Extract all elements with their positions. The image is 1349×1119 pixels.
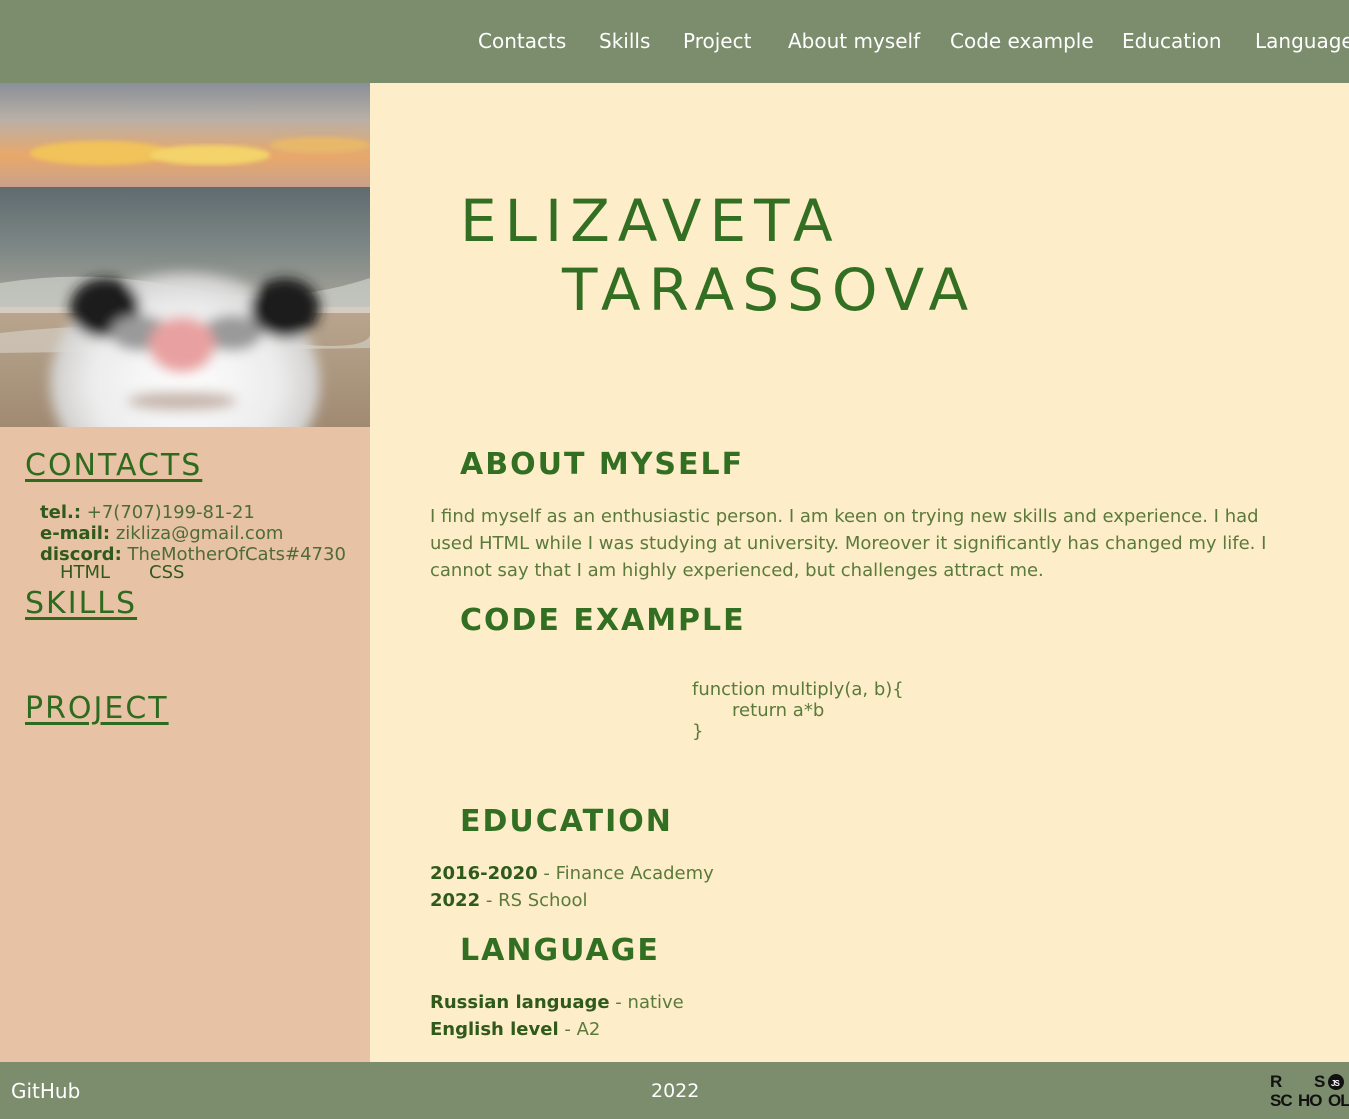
contacts-heading[interactable]: CONTACTS: [25, 449, 202, 483]
svg-text:S: S: [1314, 1072, 1325, 1091]
github-link[interactable]: GitHub: [11, 1079, 80, 1103]
separator: -: [480, 890, 499, 911]
header: Contacts Skills Project About myself Cod…: [0, 0, 1349, 83]
language-heading: LANGUAGE: [460, 933, 660, 968]
name-first: ELIZAVETA: [460, 187, 841, 255]
skill-item: HTML: [60, 562, 111, 583]
footer: GitHub 2022 R S JS SC HO OL: [0, 1062, 1349, 1119]
profile-photo: [0, 83, 370, 427]
rs-school-logo[interactable]: R S JS SC HO OL: [1270, 1071, 1349, 1113]
svg-text:OL: OL: [1328, 1091, 1349, 1110]
nav-link-skills[interactable]: Skills: [599, 28, 650, 54]
name-last: TARASSOVA: [562, 256, 977, 324]
code-line: function multiply(a, b){: [692, 679, 904, 700]
separator: -: [609, 992, 628, 1013]
nav-link-project[interactable]: Project: [683, 28, 751, 54]
main-nav: Contacts Skills Project About myself Cod…: [0, 28, 1349, 56]
nav-link-education[interactable]: Education: [1122, 28, 1222, 54]
nav-link-contacts[interactable]: Contacts: [478, 28, 566, 54]
nav-link-code-example[interactable]: Code example: [950, 28, 1094, 54]
sidebar: [0, 83, 370, 1062]
language-level: A2: [576, 1019, 601, 1040]
code-example-heading: CODE EXAMPLE: [460, 603, 746, 638]
education-item: 2022 - RS School: [430, 887, 587, 914]
svg-text:HO: HO: [1298, 1091, 1322, 1110]
email-label: e-mail:: [40, 523, 111, 544]
skills-heading[interactable]: SKILLS: [25, 587, 137, 621]
nav-link-language[interactable]: Language: [1255, 28, 1349, 54]
tel-value[interactable]: +7(707)199-81-21: [87, 502, 255, 523]
language-item: English level - A2: [430, 1016, 600, 1043]
contact-tel: tel.: +7(707)199-81-21: [40, 502, 255, 523]
tel-label: tel.:: [40, 502, 82, 523]
education-years: 2016-2020: [430, 863, 538, 884]
language-level: native: [627, 992, 684, 1013]
skill-item: CSS: [149, 562, 185, 583]
education-years: 2022: [430, 890, 481, 911]
nav-link-about-myself[interactable]: About myself: [788, 28, 920, 54]
language-name: English level: [430, 1019, 559, 1040]
svg-text:SC: SC: [1270, 1091, 1292, 1110]
about-text: I find myself as an enthusiastic person.…: [430, 506, 1267, 581]
education-heading: EDUCATION: [460, 804, 673, 839]
code-block: function multiply(a, b){ return a*b }: [692, 679, 904, 742]
about-heading: ABOUT MYSELF: [460, 447, 745, 482]
email-value[interactable]: zikliza@gmail.com: [116, 523, 284, 544]
footer-year: 2022: [651, 1080, 700, 1102]
svg-text:R: R: [1270, 1072, 1282, 1091]
education-place: Finance Academy: [555, 863, 714, 884]
separator: -: [537, 863, 556, 884]
language-item: Russian language - native: [430, 989, 684, 1016]
contact-email: e-mail: zikliza@gmail.com: [40, 523, 283, 544]
project-heading[interactable]: PROJECT: [25, 692, 169, 726]
code-line: }: [692, 721, 704, 742]
language-name: Russian language: [430, 992, 610, 1013]
education-place: RS School: [498, 890, 588, 911]
code-line: return a*b: [692, 700, 825, 721]
separator: -: [558, 1019, 577, 1040]
education-item: 2016-2020 - Finance Academy: [430, 860, 714, 887]
